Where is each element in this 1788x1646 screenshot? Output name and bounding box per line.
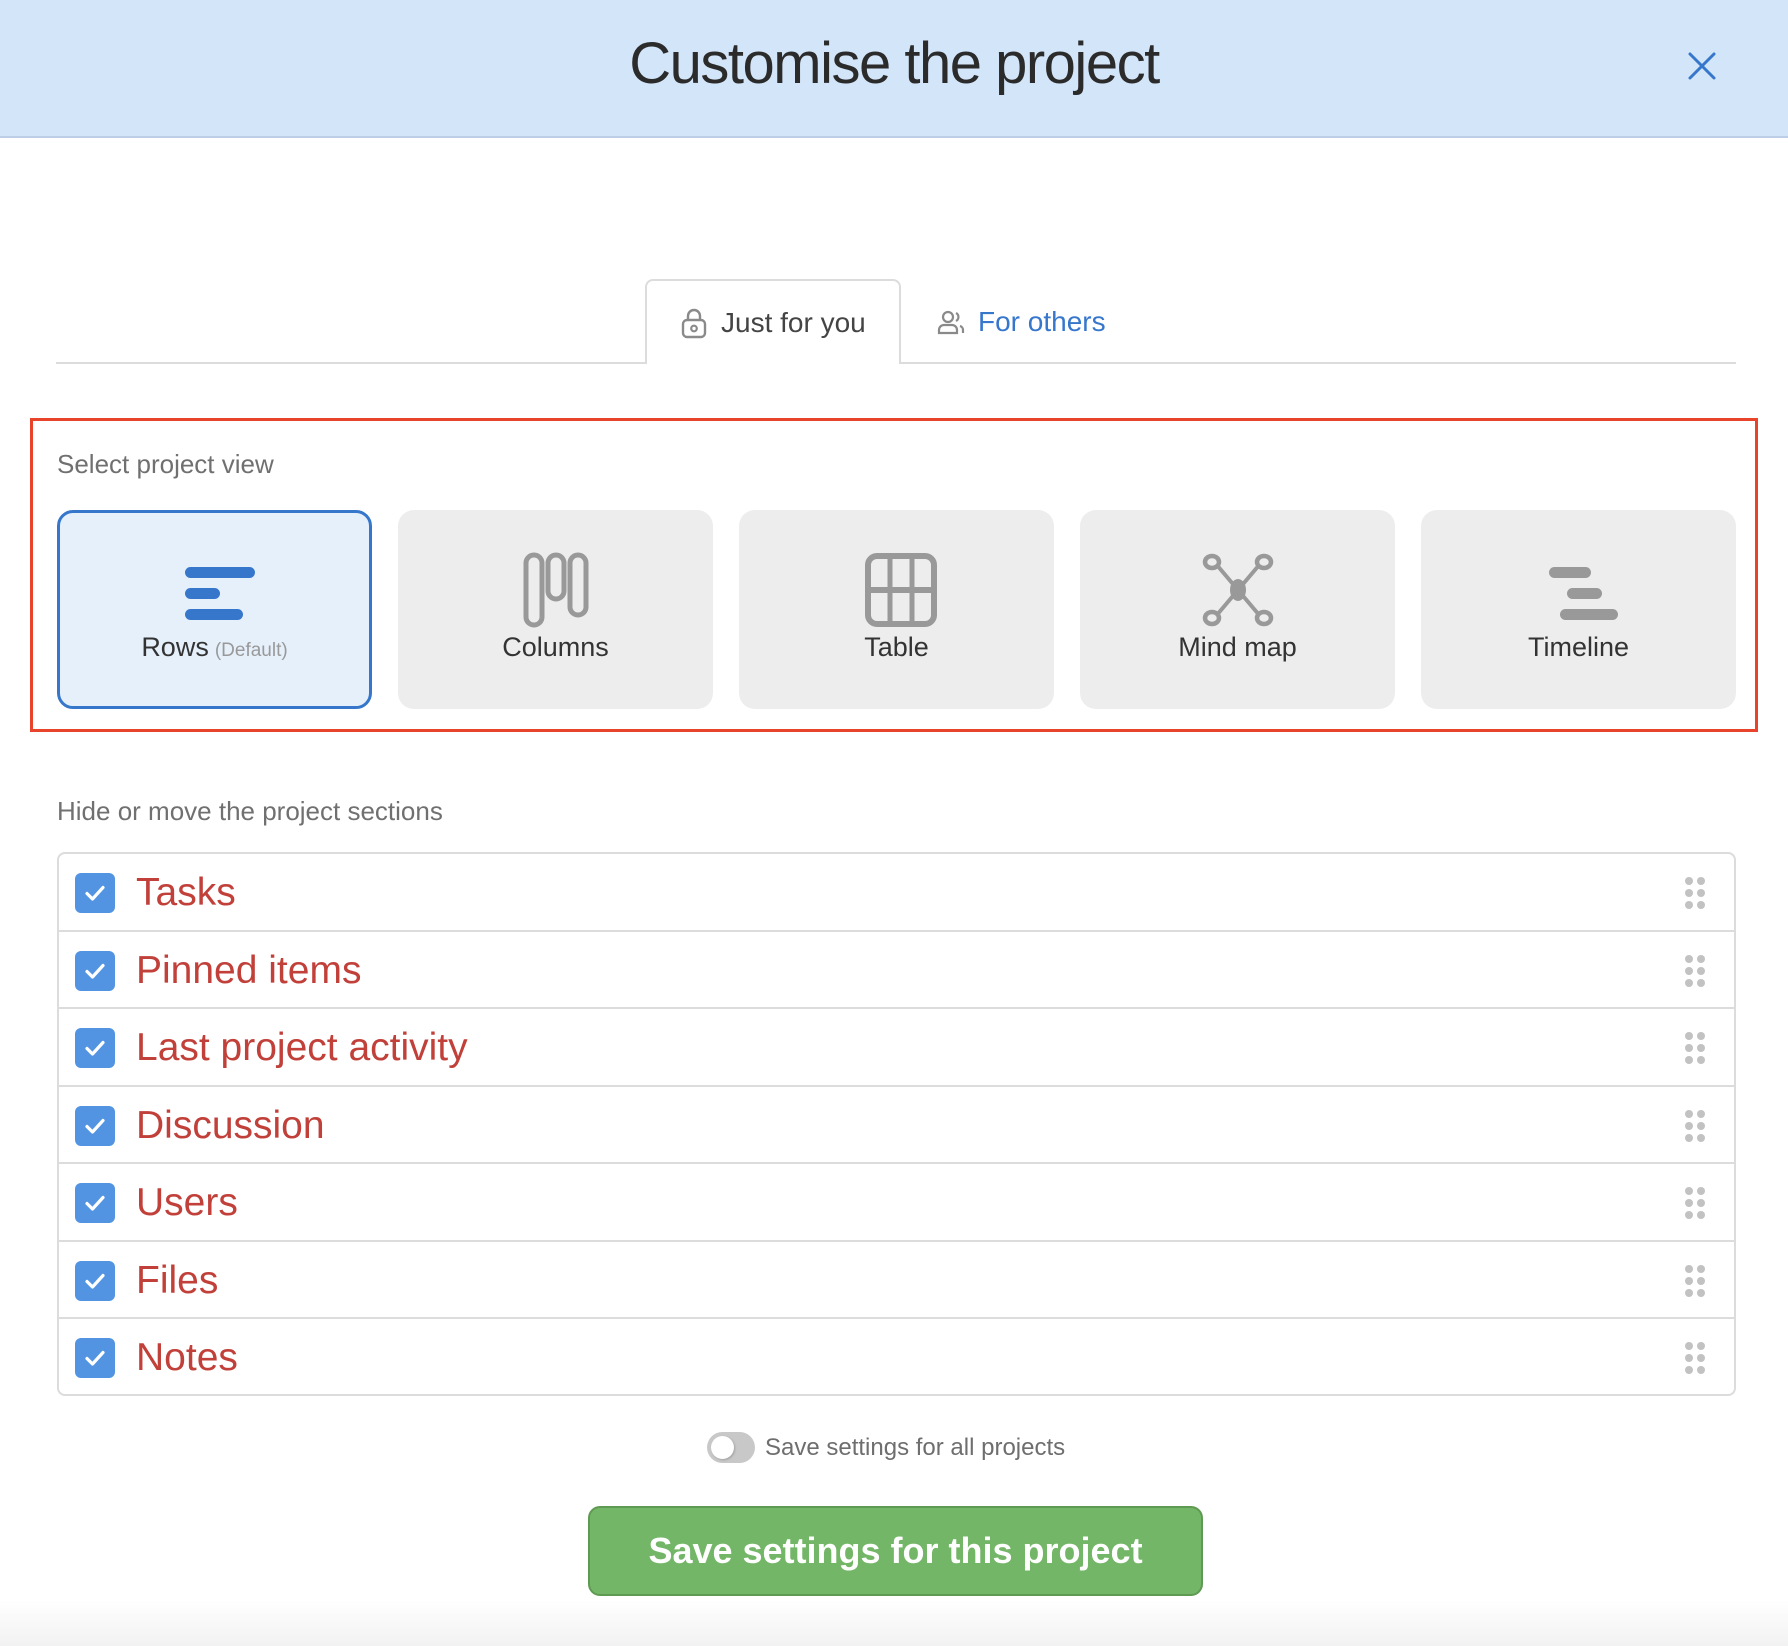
view-option-mind-map[interactable]: Mind map [1080, 510, 1395, 709]
dialog-title: Customise the project [629, 31, 1160, 96]
sections-label: Hide or move the project sections [57, 796, 443, 826]
view-option-label: Timeline [1527, 632, 1630, 662]
drag-handle-icon [1685, 1187, 1705, 1219]
drag-handle[interactable] [1684, 876, 1706, 910]
footer-shade [0, 1600, 1788, 1646]
checkmark-icon [85, 1273, 105, 1289]
view-option-timeline[interactable]: Timeline [1421, 510, 1736, 709]
checkmark-icon [85, 963, 105, 979]
tab-label: For others [978, 305, 1106, 337]
view-option-label: Rows [141, 632, 209, 662]
section-checkbox[interactable] [75, 950, 115, 991]
section-label: Notes [136, 1336, 238, 1379]
mind-map-icon [1202, 553, 1273, 627]
section-row-notes: Notes [59, 1319, 1734, 1394]
tab-label: Just for you [721, 306, 866, 338]
drag-handle[interactable] [1684, 1264, 1706, 1298]
drag-handle[interactable] [1684, 1031, 1706, 1065]
save-all-projects-toggle[interactable] [707, 1432, 755, 1463]
drag-handle-icon [1685, 1342, 1705, 1374]
users-icon [937, 310, 965, 334]
view-option-label: Table [864, 632, 929, 662]
section-checkbox[interactable] [75, 1338, 115, 1378]
tab-for-others[interactable]: For others [936, 279, 1106, 364]
section-checkbox[interactable] [75, 1105, 115, 1146]
lock-icon [681, 308, 707, 338]
sections-list: Tasks Pinned items Last project activity… [57, 852, 1736, 1396]
rows-icon [184, 567, 255, 620]
columns-icon [523, 552, 588, 628]
section-label: Pinned items [136, 948, 362, 992]
drag-handle[interactable] [1684, 1109, 1706, 1143]
checkmark-icon [85, 1350, 105, 1366]
drag-handle-icon [1685, 954, 1705, 987]
section-row-discussion: Discussion [59, 1087, 1734, 1164]
section-checkbox[interactable] [75, 1028, 115, 1068]
timeline-icon [1548, 567, 1618, 620]
dialog-header: Customise the project [0, 0, 1788, 138]
drag-handle-icon [1685, 1032, 1705, 1064]
checkmark-icon [85, 1118, 105, 1134]
project-view-label: Select project view [57, 449, 274, 479]
section-row-pinned-items: Pinned items [59, 932, 1734, 1009]
save-all-projects-label: Save settings for all projects [765, 1434, 1066, 1461]
section-row-users: Users [59, 1164, 1734, 1242]
section-row-last-project-activity: Last project activity [59, 1009, 1734, 1087]
section-row-tasks: Tasks [59, 854, 1734, 932]
close-button[interactable] [1680, 44, 1724, 88]
drag-handle-icon [1685, 1109, 1705, 1142]
view-option-columns[interactable]: Columns [398, 510, 713, 709]
checkmark-icon [85, 1195, 105, 1211]
section-label: Users [136, 1181, 238, 1224]
view-option-table[interactable]: Table [739, 510, 1054, 709]
section-checkbox[interactable] [75, 1260, 115, 1301]
section-checkbox[interactable] [75, 1183, 115, 1223]
section-label: Tasks [136, 871, 236, 914]
view-option-label: Columns [502, 632, 609, 662]
section-row-files: Files [59, 1242, 1734, 1319]
section-checkbox[interactable] [75, 873, 115, 913]
toggle-knob [711, 1436, 734, 1459]
drag-handle[interactable] [1684, 954, 1706, 988]
tab-just-for-you[interactable]: Just for you [645, 279, 901, 364]
default-badge: (Default) [214, 640, 288, 661]
table-icon [864, 553, 937, 627]
view-option-label: Mind map [1178, 632, 1297, 662]
drag-handle[interactable] [1684, 1341, 1706, 1375]
close-icon [1688, 52, 1716, 80]
project-view-options: Rows (Default) Columns Table Mind map Ti… [57, 510, 1737, 710]
drag-handle[interactable] [1684, 1186, 1706, 1220]
drag-handle-icon [1685, 1264, 1705, 1297]
section-label: Files [136, 1258, 219, 1302]
section-label: Discussion [136, 1103, 325, 1147]
view-option-rows[interactable]: Rows (Default) [57, 510, 372, 709]
checkmark-icon [85, 885, 105, 901]
checkmark-icon [85, 1040, 105, 1056]
drag-handle-icon [1685, 877, 1705, 909]
save-project-settings-button[interactable]: Save settings for this project [588, 1506, 1203, 1596]
section-label: Last project activity [136, 1026, 468, 1069]
